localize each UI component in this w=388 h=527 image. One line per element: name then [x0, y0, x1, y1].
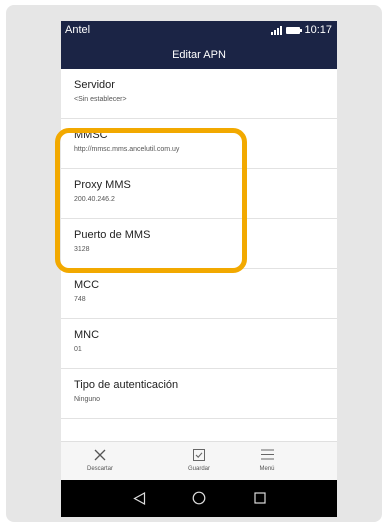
setting-value: 748 [74, 296, 86, 303]
discard-label: Descartar [86, 466, 113, 472]
setting-value: Ninguno [74, 396, 101, 403]
battery-icon [286, 26, 303, 34]
discard-button[interactable]: Descartar [70, 446, 130, 472]
setting-auth-type[interactable]: Tipo de autenticación Ninguno [61, 369, 337, 419]
setting-mnc[interactable]: MNC 01 [61, 319, 337, 369]
page-header: Editar APN [61, 41, 337, 69]
close-icon [70, 446, 130, 463]
signal-icon [271, 25, 283, 35]
status-bar: Antel 10:17 [61, 21, 337, 41]
checkbox-icon [169, 446, 229, 463]
recents-square-icon[interactable] [252, 490, 268, 506]
carrier-name: Antel [65, 24, 91, 36]
system-navigation-bar [61, 480, 337, 517]
clock: 10:17 [304, 24, 332, 36]
menu-button[interactable]: Menú [237, 446, 297, 472]
menu-icon [237, 446, 297, 463]
setting-mcc[interactable]: MCC 748 [61, 269, 337, 319]
save-label: Guardar [187, 466, 210, 472]
page-title: Editar APN [172, 49, 226, 61]
bottom-toolbar: Descartar Guardar Menú [61, 441, 337, 481]
setting-value: 01 [74, 346, 82, 353]
setting-label: Servidor [74, 79, 115, 91]
setting-label: MCC [74, 279, 100, 291]
home-circle-icon[interactable] [191, 490, 207, 506]
setting-server[interactable]: Servidor <Sin establecer> [61, 69, 337, 119]
save-button[interactable]: Guardar [169, 446, 229, 472]
back-triangle-icon[interactable] [131, 490, 147, 506]
setting-label: Tipo de autenticación [74, 379, 179, 391]
setting-value: <Sin establecer> [74, 96, 127, 103]
menu-label: Menú [259, 466, 275, 472]
status-indicators: 10:17 [271, 24, 332, 36]
highlight-annotation [55, 128, 247, 273]
setting-label: MNC [74, 329, 100, 341]
